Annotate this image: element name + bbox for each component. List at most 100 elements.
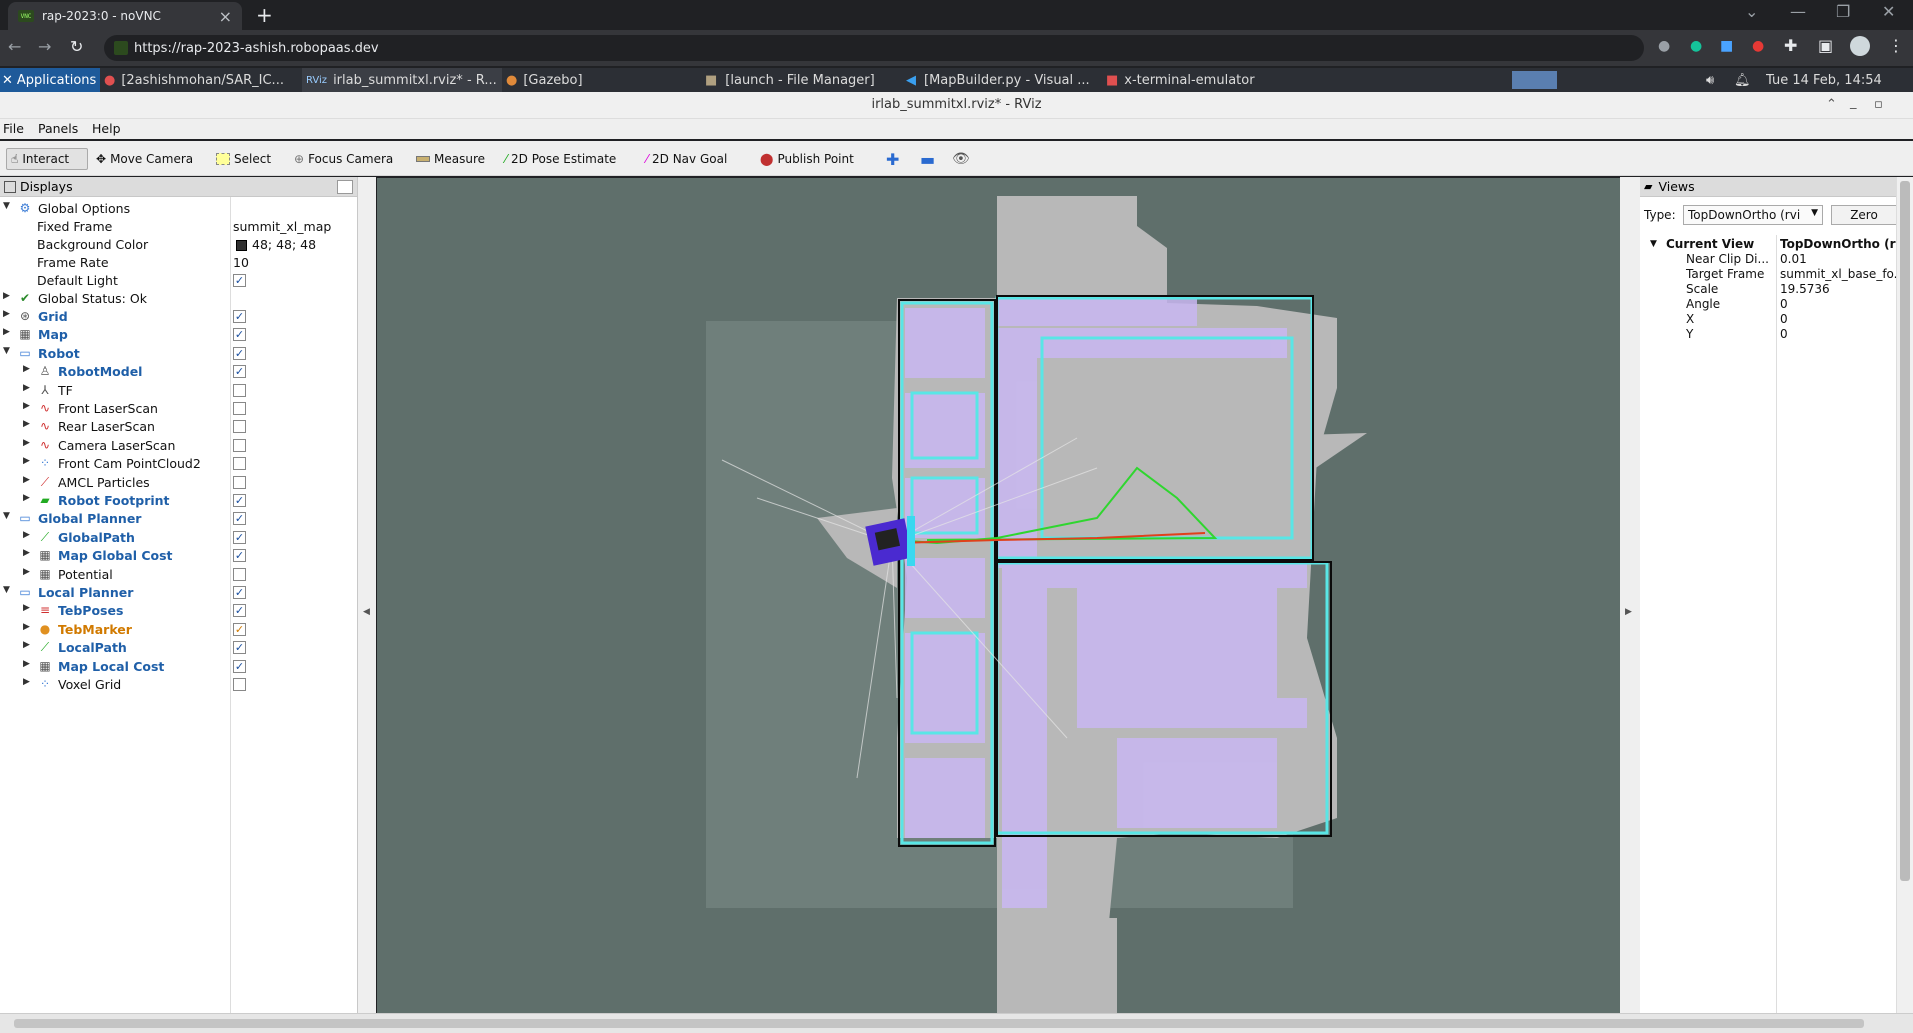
expand-arrow-icon[interactable]: ▶ [23, 401, 30, 411]
site-info-icon[interactable] [114, 41, 128, 55]
extensions-puzzle-icon[interactable]: ✚ [1784, 36, 1797, 55]
expand-arrow-icon[interactable]: ▶ [23, 493, 30, 503]
window-restore-icon[interactable]: ▫ [1874, 92, 1883, 118]
expand-arrow-icon[interactable]: ▼ [3, 511, 10, 521]
horizontal-scrollbar[interactable] [0, 1013, 1913, 1033]
fixed-frame-value[interactable]: summit_xl_map [233, 219, 331, 234]
nav-goal-tool-button[interactable]: ⁄ 2D Nav Goal [646, 148, 727, 170]
window-minimize-icon[interactable]: _ [1850, 90, 1857, 116]
display-item-local-planner[interactable]: ▼ ▭ Local Planner ✓ [0, 584, 356, 602]
tool-properties-icon[interactable]: 👁︎ [952, 148, 970, 170]
taskbar-item-terminal[interactable]: ■ x-terminal-emulator [1106, 68, 1306, 92]
display-enabled-checkbox[interactable] [233, 420, 246, 434]
expand-arrow-icon[interactable]: ▶ [3, 327, 10, 337]
display-enabled-checkbox[interactable]: ✓ [233, 659, 246, 673]
expand-arrow-icon[interactable]: ▶ [23, 548, 30, 558]
expand-arrow-icon[interactable]: ▶ [3, 309, 10, 319]
display-enabled-checkbox[interactable] [233, 567, 246, 581]
move-camera-tool-button[interactable]: ✥ Move Camera [96, 148, 193, 170]
map-render[interactable] [377, 178, 1620, 1013]
display-enabled-checkbox[interactable]: ✓ [233, 328, 246, 342]
taskbar-item-vscode[interactable]: ◀ [MapBuilder.py - Visual ... [906, 68, 1106, 92]
browser-menu-icon[interactable]: ⋮ [1888, 36, 1904, 55]
zero-button[interactable]: Zero [1831, 205, 1897, 225]
expand-arrow-icon[interactable]: ▶ [23, 567, 30, 577]
fixed-frame-row[interactable]: Fixed Frame summit_xl_map [0, 218, 356, 236]
target-frame-value[interactable]: summit_xl_base_fo... [1780, 267, 1905, 281]
display-item-localpath[interactable]: ▶ ⟋ LocalPath ✓ [0, 639, 356, 657]
expand-arrow-icon[interactable]: ▶ [23, 419, 30, 429]
display-item-global-planner[interactable]: ▼ ▭ Global Planner ✓ [0, 510, 356, 528]
display-enabled-checkbox[interactable]: ✓ [233, 586, 246, 599]
display-item-rear-laserscan[interactable]: ▶ ∿ Rear LaserScan [0, 418, 356, 436]
expand-arrow-icon[interactable]: ▶ [23, 456, 30, 466]
interact-tool-button[interactable]: ☝ Interact [6, 148, 88, 170]
forward-icon[interactable]: → [38, 37, 51, 56]
clock[interactable]: Tue 14 Feb, 14:54 [1766, 68, 1906, 92]
near-clip-value[interactable]: 0.01 [1780, 252, 1807, 266]
measure-tool-button[interactable]: Measure [416, 148, 485, 170]
side-panel-icon[interactable]: ▣ [1818, 36, 1833, 55]
restore-window-icon[interactable]: ❐ [1836, 2, 1850, 21]
expand-arrow-icon[interactable]: ▶ [23, 622, 30, 632]
right-splitter[interactable]: ▶ [1620, 177, 1640, 1013]
taskbar-item-gazebo[interactable]: ● [Gazebo] [506, 68, 686, 92]
expand-arrow-icon[interactable]: ▶ [23, 603, 30, 613]
grammarly-icon[interactable]: ● [1690, 38, 1702, 54]
tab-close-icon[interactable]: × [219, 7, 232, 26]
display-item-front-laserscan[interactable]: ▶ ∿ Front LaserScan [0, 400, 356, 418]
vertical-scrollbar[interactable] [1896, 177, 1913, 1013]
expand-arrow-icon[interactable]: ▶ [23, 640, 30, 650]
translate-icon[interactable]: ■ [1720, 38, 1733, 54]
publish-point-tool-button[interactable]: ⬤ Publish Point [760, 148, 854, 170]
background-color-row[interactable]: Background Color 48; 48; 48 [0, 236, 356, 254]
display-item-grid[interactable]: ▶ ⊛ Grid ✓ [0, 308, 356, 326]
view-type-select[interactable]: TopDownOrtho (rvi ▼ [1683, 205, 1823, 225]
menu-help[interactable]: Help [92, 121, 121, 136]
left-splitter[interactable]: ◀ [358, 177, 376, 1013]
display-enabled-checkbox[interactable] [233, 475, 246, 489]
display-item-tebmarker[interactable]: ▶ ● TebMarker ✓ [0, 621, 356, 639]
minimize-window-icon[interactable]: — [1790, 2, 1806, 21]
add-tool-icon[interactable]: ✚ [886, 148, 899, 170]
display-enabled-checkbox[interactable]: ✓ [233, 530, 246, 544]
global-status-row[interactable]: ▶ ✔ Global Status: Ok [0, 290, 356, 308]
collapse-right-icon[interactable]: ▶ [1625, 607, 1632, 617]
menu-file[interactable]: File [3, 121, 24, 136]
display-enabled-checkbox[interactable]: ✓ [233, 622, 246, 636]
taskbar-item-file-manager[interactable]: ■ [launch - File Manager] [705, 68, 905, 92]
display-enabled-checkbox[interactable] [233, 402, 246, 415]
background-color-value[interactable]: 48; 48; 48 [252, 237, 316, 252]
default-light-checkbox[interactable]: ✓ [233, 274, 246, 287]
angle-value[interactable]: 0 [1780, 297, 1788, 311]
displays-undock-button[interactable] [337, 180, 353, 194]
workspace-switcher[interactable] [1512, 71, 1557, 89]
display-item-tf[interactable]: ▶ ⅄ TF [0, 382, 356, 400]
expand-arrow-icon[interactable]: ▶ [23, 530, 30, 540]
display-item-map[interactable]: ▶ ▦ Map ✓ [0, 326, 356, 344]
display-enabled-checkbox[interactable]: ✓ [233, 346, 246, 360]
display-enabled-checkbox[interactable]: ✓ [233, 549, 246, 563]
frame-rate-row[interactable]: Frame Rate 10 [0, 254, 356, 272]
expand-arrow-icon[interactable]: ▶ [23, 659, 30, 669]
color-swatch[interactable] [236, 240, 247, 251]
display-enabled-checkbox[interactable] [233, 438, 246, 452]
scrollbar-thumb[interactable] [14, 1019, 1864, 1028]
browser-tab[interactable]: VNC rap-2023:0 - noVNC × [8, 2, 242, 30]
display-enabled-checkbox[interactable] [233, 383, 246, 397]
display-item-map-local-cost[interactable]: ▶ ▦ Map Local Cost ✓ [0, 658, 356, 676]
collapse-left-icon[interactable]: ◀ [363, 607, 370, 617]
display-item-amcl-particles[interactable]: ▶ ⟋ AMCL Particles [0, 474, 356, 492]
expand-arrow-icon[interactable]: ▶ [23, 677, 30, 687]
pose-estimate-tool-button[interactable]: ⁄ 2D Pose Estimate [505, 148, 616, 170]
new-tab-button[interactable]: + [256, 3, 273, 27]
display-enabled-checkbox[interactable]: ✓ [233, 494, 246, 507]
expand-arrow-icon[interactable]: ▼ [3, 346, 10, 356]
display-item-front-cam-pointcloud2[interactable]: ▶ ⁘ Front Cam PointCloud2 [0, 455, 356, 473]
display-enabled-checkbox[interactable]: ✓ [233, 641, 246, 655]
display-enabled-checkbox[interactable] [233, 457, 246, 471]
global-options-row[interactable]: ▼ ⚙ Global Options [0, 200, 356, 218]
expand-arrow-icon[interactable]: ▶ [23, 364, 30, 374]
expand-arrow-icon[interactable]: ▼ [1650, 239, 1657, 249]
display-item-voxel-grid[interactable]: ▶ ⁘ Voxel Grid [0, 676, 356, 694]
